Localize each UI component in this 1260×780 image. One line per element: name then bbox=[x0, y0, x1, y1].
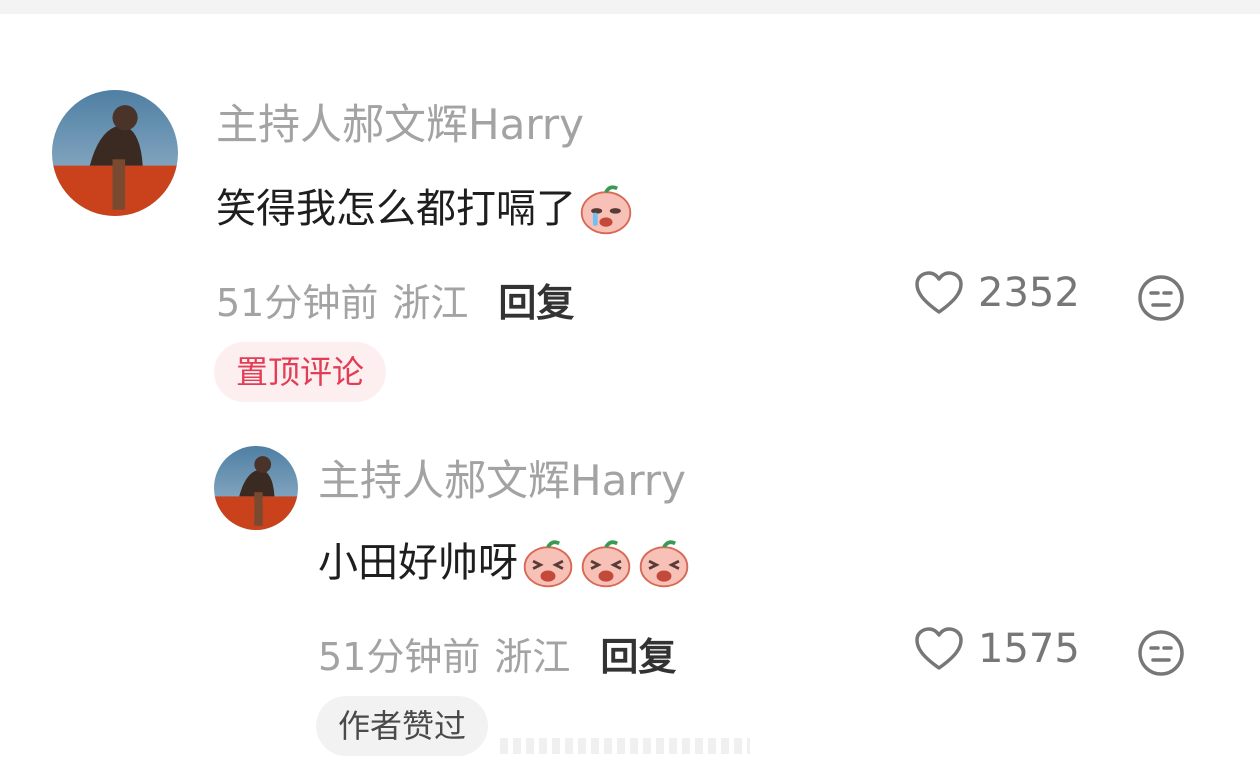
top-strip bbox=[0, 0, 1260, 14]
excited-peach-emoji bbox=[520, 536, 576, 590]
crying-laugh-peach-emoji bbox=[578, 182, 634, 236]
comment-text: 笑得我怎么都打嗝了 bbox=[216, 182, 634, 236]
avatar[interactable] bbox=[214, 446, 298, 530]
comment-author[interactable]: 主持人郝文辉Harry bbox=[318, 456, 686, 506]
avatar[interactable] bbox=[52, 90, 178, 216]
author-liked-badge: 作者赞过 bbox=[316, 696, 489, 756]
dislike-face-icon[interactable] bbox=[1137, 274, 1185, 322]
avatar-photo bbox=[52, 90, 178, 216]
like-button[interactable]: 1575 bbox=[914, 626, 1080, 672]
pinned-badge: 置顶评论 bbox=[214, 342, 387, 402]
dislike-face-icon[interactable] bbox=[1137, 629, 1185, 677]
heart-icon bbox=[915, 271, 963, 314]
comment-text: 小田好帅呀 bbox=[318, 536, 692, 590]
comment-text-body: 小田好帅呀 bbox=[318, 540, 518, 586]
watermark bbox=[500, 738, 750, 754]
comment-region: 浙江 bbox=[494, 635, 571, 679]
reply-button[interactable]: 回复 bbox=[600, 626, 676, 681]
comment-region: 浙江 bbox=[392, 281, 469, 325]
reply-button[interactable]: 回复 bbox=[498, 272, 574, 327]
excited-peach-emoji bbox=[578, 536, 634, 590]
comment-time: 51分钟前 bbox=[216, 281, 379, 325]
like-count: 1575 bbox=[978, 626, 1080, 672]
like-count: 2352 bbox=[978, 270, 1080, 316]
comment-meta: 51分钟前 浙江 回复 bbox=[318, 626, 676, 681]
comment-author[interactable]: 主持人郝文辉Harry bbox=[216, 100, 584, 150]
comment-meta: 51分钟前 浙江 回复 bbox=[216, 272, 574, 327]
like-button[interactable]: 2352 bbox=[914, 270, 1080, 316]
excited-peach-emoji bbox=[636, 536, 692, 590]
comment-time: 51分钟前 bbox=[318, 635, 481, 679]
avatar-photo bbox=[214, 446, 298, 530]
heart-icon bbox=[915, 627, 963, 670]
comment-text-body: 笑得我怎么都打嗝了 bbox=[216, 186, 576, 232]
